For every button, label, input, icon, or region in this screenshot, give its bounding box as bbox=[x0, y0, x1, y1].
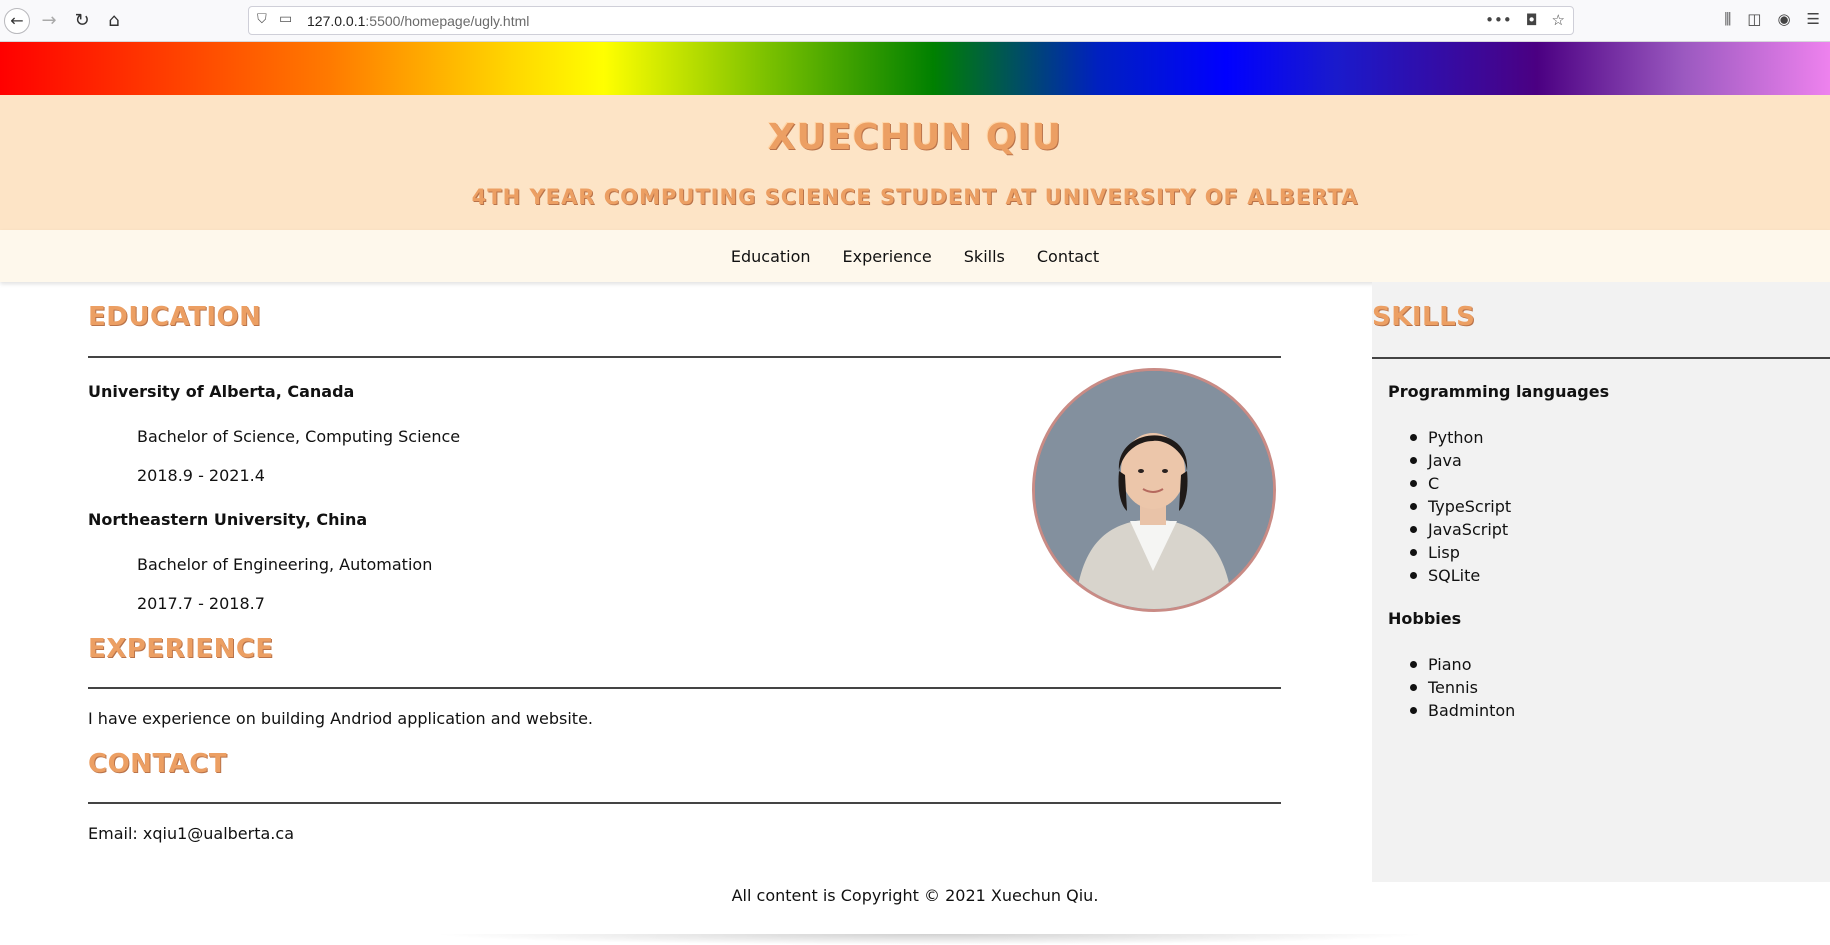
list-item: TypeScript bbox=[1388, 495, 1511, 518]
education-heading: EDUCATION bbox=[88, 302, 262, 332]
copyright-text: All content is Copyright © 2021 Xuechun … bbox=[731, 886, 1099, 905]
nav-link-contact[interactable]: Contact bbox=[1037, 247, 1099, 266]
contact-divider bbox=[88, 802, 1281, 804]
skills-heading: SKILLS bbox=[1372, 302, 1476, 332]
site-title: XUECHUN QIU bbox=[767, 117, 1063, 158]
skills-divider bbox=[1372, 357, 1830, 359]
shield-icon[interactable]: ⛉ bbox=[257, 12, 267, 27]
contact-heading: CONTACT bbox=[88, 749, 228, 779]
page-header: XUECHUN QIU 4TH YEAR COMPUTING SCIENCE S… bbox=[0, 95, 1830, 230]
education-divider bbox=[88, 356, 1281, 358]
profile-photo bbox=[1032, 368, 1276, 612]
pocket-icon[interactable]: ◘ bbox=[1526, 11, 1538, 29]
list-item: SQLite bbox=[1388, 564, 1511, 587]
url-path: :5500/homepage/ugly.html bbox=[365, 13, 530, 29]
school-name: Northeastern University, China bbox=[88, 510, 368, 529]
profile-photo-image bbox=[1035, 371, 1273, 609]
footer-shadow bbox=[430, 934, 1430, 945]
list-item: Java bbox=[1388, 449, 1511, 472]
list-item: Badminton bbox=[1388, 699, 1515, 722]
languages-label: Programming languages bbox=[1388, 382, 1610, 401]
site-subtitle: 4TH YEAR COMPUTING SCIENCE STUDENT AT UN… bbox=[471, 185, 1359, 209]
url-text[interactable]: 127.0.0.1:5500/homepage/ugly.html bbox=[307, 13, 529, 29]
nav-link-education[interactable]: Education bbox=[731, 247, 811, 266]
experience-heading: EXPERIENCE bbox=[88, 634, 274, 664]
bookmark-star-icon[interactable]: ☆ bbox=[1552, 11, 1565, 29]
list-item: Tennis bbox=[1388, 676, 1515, 699]
list-item: Lisp bbox=[1388, 541, 1511, 564]
address-bar[interactable]: ⛉ ▭ 127.0.0.1:5500/homepage/ugly.html ••… bbox=[248, 6, 1574, 35]
hobbies-label: Hobbies bbox=[1388, 609, 1462, 628]
list-item: Piano bbox=[1388, 653, 1515, 676]
top-navigation: Education Experience Skills Contact bbox=[0, 230, 1830, 282]
contact-email[interactable]: Email: xqiu1@ualberta.ca bbox=[88, 824, 294, 843]
browser-toolbar: ← → ↻ ⌂ ⛉ ▭ 127.0.0.1:5500/homepage/ugly… bbox=[0, 0, 1830, 42]
more-icon[interactable]: ••• bbox=[1485, 11, 1512, 29]
school-dates: 2017.7 - 2018.7 bbox=[137, 594, 265, 613]
school-degree: Bachelor of Engineering, Automation bbox=[137, 555, 433, 574]
hobbies-list: Piano Tennis Badminton bbox=[1388, 653, 1515, 722]
school-dates: 2018.9 - 2021.4 bbox=[137, 466, 265, 485]
list-item: JavaScript bbox=[1388, 518, 1511, 541]
school-degree: Bachelor of Science, Computing Science bbox=[137, 427, 461, 446]
page-footer: All content is Copyright © 2021 Xuechun … bbox=[0, 882, 1830, 916]
skills-sidebar: SKILLS Programming languages Python Java… bbox=[1372, 282, 1830, 882]
home-icon[interactable]: ⌂ bbox=[101, 8, 127, 34]
reload-icon[interactable]: ↻ bbox=[69, 8, 95, 34]
experience-text: I have experience on building Andriod ap… bbox=[88, 709, 593, 728]
url-host: 127.0.0.1 bbox=[307, 13, 366, 29]
languages-list: Python Java C TypeScript JavaScript Lisp… bbox=[1388, 426, 1511, 587]
menu-icon[interactable]: ☰ bbox=[1807, 10, 1820, 28]
school-name: University of Alberta, Canada bbox=[88, 382, 355, 401]
forward-arrow-icon[interactable]: → bbox=[36, 8, 62, 34]
nav-link-skills[interactable]: Skills bbox=[964, 247, 1005, 266]
page-icon[interactable]: ▭ bbox=[279, 11, 292, 27]
list-item: Python bbox=[1388, 426, 1511, 449]
list-item: C bbox=[1388, 472, 1511, 495]
experience-divider bbox=[88, 687, 1281, 689]
rainbow-banner bbox=[0, 42, 1830, 95]
back-arrow-icon[interactable]: ← bbox=[4, 8, 30, 34]
nav-link-experience[interactable]: Experience bbox=[843, 247, 932, 266]
library-icon[interactable]: ⫼ bbox=[1724, 10, 1731, 28]
account-icon[interactable]: ◉ bbox=[1777, 10, 1790, 28]
main-content: EDUCATION University of Alberta, Canada … bbox=[88, 282, 1281, 882]
sidebar-icon[interactable]: ◫ bbox=[1747, 10, 1761, 28]
